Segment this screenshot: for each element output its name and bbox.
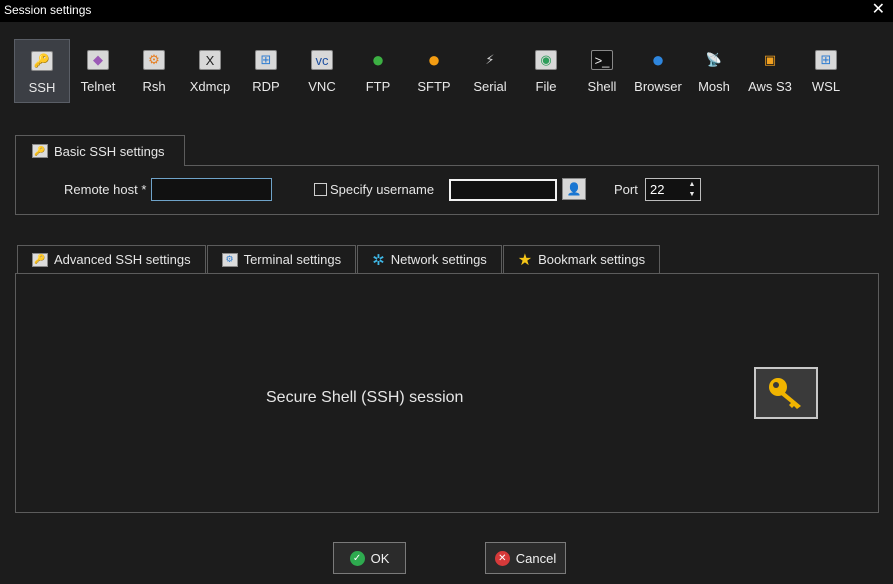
tab-advanced-ssh-settings[interactable]: 🔑 Advanced SSH settings bbox=[17, 245, 206, 273]
username-input[interactable] bbox=[449, 179, 557, 201]
tab-basic-ssh-settings[interactable]: 🔑 Basic SSH settings bbox=[15, 135, 185, 166]
rsh-icon: ⚙ bbox=[143, 50, 165, 70]
remote-host-input[interactable] bbox=[151, 178, 272, 201]
protocol-sftp-button[interactable]: ● SFTP bbox=[406, 39, 462, 103]
ssh-key-icon bbox=[754, 367, 818, 419]
protocol-browser-button[interactable]: ● Browser bbox=[630, 39, 686, 103]
tab-label: Bookmark settings bbox=[538, 252, 646, 267]
protocol-label: SSH bbox=[28, 80, 56, 95]
protocol-rsh-button[interactable]: ⚙ Rsh bbox=[126, 39, 182, 103]
specify-username-label: Specify username bbox=[330, 182, 435, 197]
protocol-shell-button[interactable]: >_ Shell bbox=[574, 39, 630, 103]
user-manager-button[interactable]: 👤 bbox=[562, 178, 586, 200]
protocol-label: Browser bbox=[634, 79, 682, 94]
check-icon: ✓ bbox=[349, 550, 365, 566]
rdp-icon: ⊞ bbox=[255, 50, 277, 70]
port-label: Port bbox=[614, 182, 638, 197]
protocol-label: Xdmcp bbox=[189, 79, 231, 94]
protocol-label: Serial bbox=[473, 79, 507, 94]
ssh-key-icon: 🔑 bbox=[31, 51, 53, 71]
user-key-icon: 👤 bbox=[566, 182, 582, 196]
network-icon: ✲ bbox=[372, 251, 385, 269]
protocol-label: VNC bbox=[308, 79, 336, 94]
star-icon: ★ bbox=[517, 251, 533, 269]
protocol-label: RDP bbox=[252, 79, 280, 94]
tab-terminal-settings[interactable]: ⚙ Terminal settings bbox=[206, 245, 357, 273]
cancel-label: Cancel bbox=[515, 550, 557, 566]
spin-up-icon[interactable]: ▲ bbox=[686, 180, 698, 190]
window-title: Session settings bbox=[4, 3, 92, 17]
shell-terminal-icon: >_ bbox=[591, 50, 613, 70]
browser-globe-icon: ● bbox=[651, 47, 665, 72]
tab-bookmark-settings[interactable]: ★ Bookmark settings bbox=[502, 245, 661, 273]
ftp-globe-icon: ● bbox=[371, 47, 385, 72]
serial-plug-icon: ⚡ bbox=[485, 52, 495, 67]
protocol-vnc-button[interactable]: vc VNC bbox=[294, 39, 350, 103]
aws-s3-cubes-icon: ▣ bbox=[763, 52, 777, 67]
tab-label: Advanced SSH settings bbox=[54, 252, 191, 267]
tab-label: Terminal settings bbox=[243, 252, 342, 267]
cancel-x-icon: ✕ bbox=[494, 550, 510, 566]
settings-tabs: 🔑 Advanced SSH settings ⚙ Terminal setti… bbox=[17, 245, 661, 273]
protocol-serial-button[interactable]: ⚡ Serial bbox=[462, 39, 518, 103]
protocol-label: File bbox=[535, 79, 557, 94]
ok-label: OK bbox=[370, 550, 390, 566]
protocol-label: Mosh bbox=[698, 79, 730, 94]
close-icon[interactable]: ✕ bbox=[872, 1, 885, 19]
key-icon: 🔑 bbox=[32, 144, 48, 158]
protocol-label: Aws S3 bbox=[748, 79, 792, 94]
tab-network-settings[interactable]: ✲ Network settings bbox=[357, 245, 502, 273]
spin-down-icon[interactable]: ▼ bbox=[686, 190, 698, 200]
protocol-toolbar: 🔑 SSH ◆ Telnet ⚙ Rsh X Xdmcp ⊞ RDP vc VNC ● FTP ● SFTP ⚡… bbox=[14, 39, 854, 105]
session-description: Secure Shell (SSH) session bbox=[266, 389, 464, 406]
port-spinbox[interactable]: 22 ▲ ▼ bbox=[645, 178, 701, 201]
mosh-antenna-icon: 📡 bbox=[705, 52, 723, 67]
ok-button[interactable]: ✓ OK bbox=[333, 542, 406, 574]
protocol-ftp-button[interactable]: ● FTP bbox=[350, 39, 406, 103]
key-icon: 🔑 bbox=[32, 252, 48, 267]
protocol-rdp-button[interactable]: ⊞ RDP bbox=[238, 39, 294, 103]
protocol-telnet-button[interactable]: ◆ Telnet bbox=[70, 39, 126, 103]
protocol-mosh-button[interactable]: 📡 Mosh bbox=[686, 39, 742, 103]
protocol-label: Shell bbox=[587, 79, 617, 94]
protocol-ssh-button[interactable]: 🔑 SSH bbox=[14, 39, 70, 103]
protocol-file-button[interactable]: ◉ File bbox=[518, 39, 574, 103]
remote-host-label: Remote host * bbox=[64, 182, 147, 197]
wsl-windows-icon: ⊞ bbox=[815, 50, 837, 70]
file-browser-icon: ◉ bbox=[535, 50, 557, 70]
cancel-button[interactable]: ✕ Cancel bbox=[485, 542, 566, 574]
specify-username-checkbox[interactable] bbox=[314, 183, 327, 196]
protocol-label: SFTP bbox=[417, 79, 451, 94]
protocol-xdmcp-button[interactable]: X Xdmcp bbox=[182, 39, 238, 103]
tab-label: Network settings bbox=[390, 252, 487, 267]
port-value[interactable]: 22 bbox=[650, 182, 664, 197]
terminal-settings-icon: ⚙ bbox=[221, 252, 238, 267]
protocol-label: Rsh bbox=[142, 79, 166, 94]
vnc-icon: vc bbox=[311, 50, 333, 70]
sftp-globe-icon: ● bbox=[427, 47, 441, 72]
protocol-label: Telnet bbox=[80, 79, 116, 94]
xdmcp-icon: X bbox=[199, 50, 221, 70]
telnet-icon: ◆ bbox=[87, 50, 109, 70]
protocol-aws-s3-button[interactable]: ▣ Aws S3 bbox=[742, 39, 798, 103]
protocol-label: FTP bbox=[365, 79, 391, 94]
title-bar: Session settings ✕ bbox=[0, 0, 893, 22]
tab-label: Basic SSH settings bbox=[54, 143, 165, 159]
protocol-label: WSL bbox=[811, 79, 841, 94]
protocol-wsl-button[interactable]: ⊞ WSL bbox=[798, 39, 854, 103]
